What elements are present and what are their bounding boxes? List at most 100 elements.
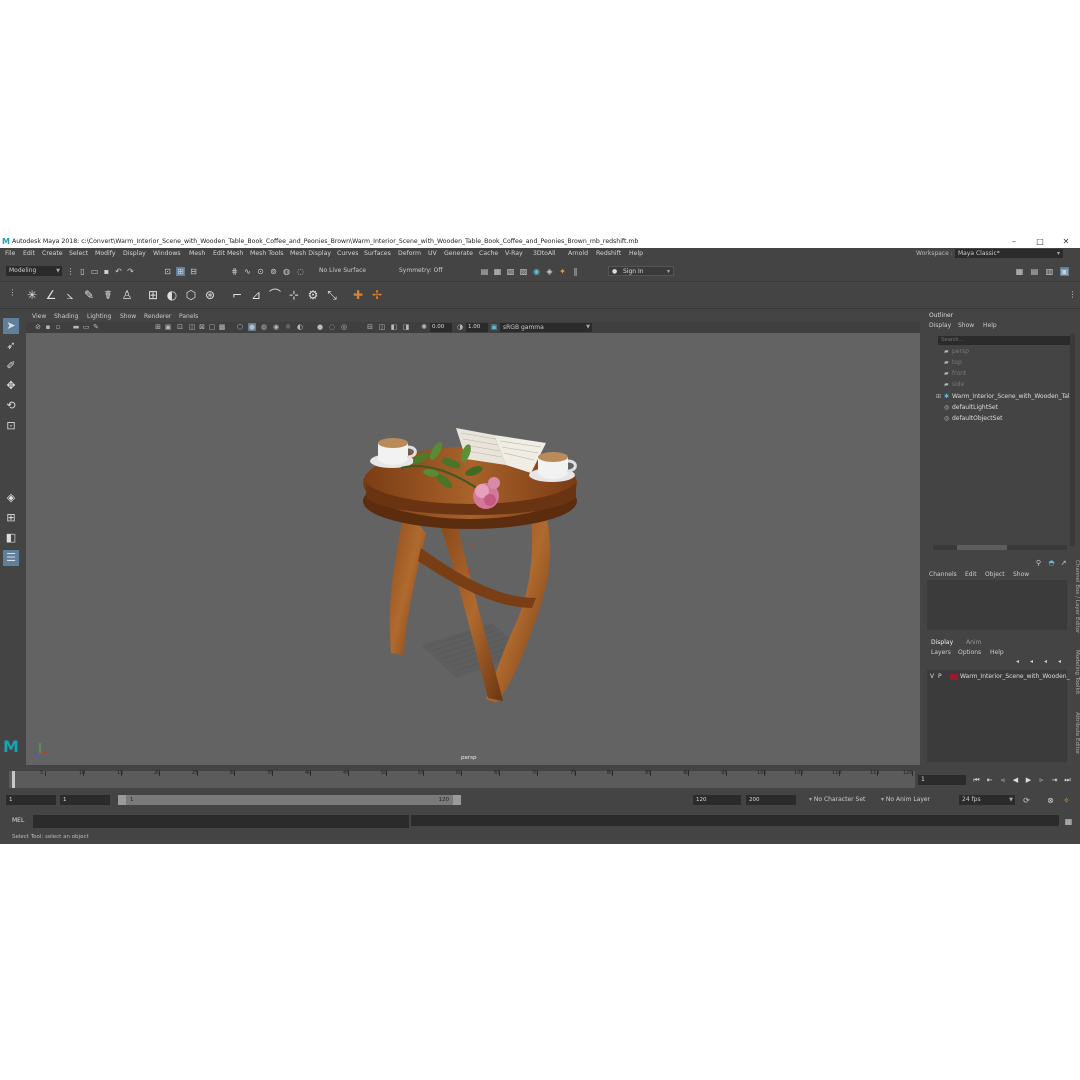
channels-menu-channels[interactable]: Channels [929,571,957,578]
range-handle-start[interactable] [118,795,126,805]
sign-in-button[interactable]: ● Sign In ▾ [608,266,674,276]
hypershade-icon[interactable]: ◉ [532,267,541,276]
menu-mesh-display[interactable]: Mesh Display [290,248,331,259]
modeling-toolkit-icon[interactable]: ▦ [1015,267,1024,276]
color-space-dropdown[interactable]: sRGB gamma ▼ [500,323,592,332]
outliner-horizontal-scrollbar[interactable] [933,545,1067,550]
loop-icon[interactable]: ⟳ [1022,796,1031,805]
menu-windows[interactable]: Windows [153,248,181,259]
menu-file[interactable]: File [5,248,15,259]
cv-curve-icon[interactable]: ∠ [43,287,59,303]
shadows-icon[interactable]: ◐ [296,323,304,331]
single-view-icon[interactable]: ◈ [3,490,19,506]
menu-edit[interactable]: Edit [23,248,35,259]
menu-help[interactable]: Help [629,248,643,259]
play-forwards-icon[interactable]: ▶ [1024,775,1033,785]
undo-icon[interactable]: ↶ [114,267,123,276]
play-backwards-icon[interactable]: ◀ [1011,775,1020,785]
render-frame-icon[interactable]: ▦ [493,267,502,276]
outliner-item-default-object-set[interactable]: ◎ defaultObjectSet [944,414,1003,424]
snap-grid-icon[interactable]: ⋕ [230,267,239,276]
xray-icon[interactable]: ◫ [378,323,386,331]
auto-key-icon[interactable]: ⊗ [1046,796,1055,805]
sculpt-star-icon[interactable]: ✳ [24,287,40,303]
layer-tab-anim[interactable]: Anim [966,639,981,646]
menu-surfaces[interactable]: Surfaces [364,248,391,259]
snap-surface-icon[interactable]: ◍ [282,267,291,276]
menu-cache[interactable]: Cache [479,248,498,259]
blend-shape-icon[interactable]: ⤡ [324,287,340,303]
snap-view-icon[interactable]: ⊚ [269,267,278,276]
new-scene-icon[interactable]: ▯ [78,267,87,276]
joint-tool-icon[interactable]: ⌐ [229,287,245,303]
anti-aliasing-icon[interactable]: ◎ [340,323,348,331]
layer-menu-options[interactable]: Options [958,649,981,656]
channels-menu-show[interactable]: Show [1013,571,1029,578]
redo-icon[interactable]: ↷ [126,267,135,276]
viewport-menu-lighting[interactable]: Lighting [87,312,111,321]
ipr-render-icon[interactable]: ▧ [506,267,515,276]
channel-box-key-icon[interactable]: ⚲ [1034,559,1043,568]
save-scene-icon[interactable]: ▪ [102,267,111,276]
cluster-icon[interactable]: ⚙ [305,287,321,303]
layer-playback-toggle[interactable]: P [938,672,942,682]
symmetry-dropdown[interactable]: Symmetry: Off [396,266,462,276]
expand-icon[interactable]: ⊞ [936,392,944,402]
minimize-button[interactable]: – [1002,236,1026,248]
ik-handle-icon[interactable]: ⊿ [248,287,264,303]
channel-box-lock-icon[interactable]: ◓ [1047,559,1056,568]
playback-end-field[interactable]: 120 [693,795,741,805]
outliner-search-input[interactable] [938,336,1074,345]
current-time-marker[interactable] [12,771,15,788]
fps-dropdown[interactable]: 24 fps ▼ [959,795,1015,805]
bind-skin-icon[interactable]: ⌒ [267,287,283,303]
motion-blur-icon[interactable]: ◌ [328,323,336,331]
go-to-start-icon[interactable]: ⏮ [972,775,981,785]
camera-select-icon[interactable]: ⊘ [34,323,42,331]
gate-mask-icon[interactable]: ◫ [188,323,196,331]
side-tab-channel-box[interactable]: Channel Box / Layer Editor [1072,560,1080,633]
range-handle-end[interactable] [453,795,461,805]
outliner-item-persp[interactable]: ▰ persp [944,347,969,357]
cube-deformer-icon[interactable]: ⬡ [183,287,199,303]
step-forward-frame-icon[interactable]: ▹ [1037,775,1046,785]
vray-icon[interactable]: ✦ [558,267,567,276]
viewport-menu-panels[interactable]: Panels [179,312,198,321]
range-slider[interactable]: 1 120 [118,795,461,805]
scrollbar-thumb[interactable] [957,545,1007,550]
locator-icon[interactable]: ✚ [350,287,366,303]
step-back-key-icon[interactable]: ⇤ [985,775,994,785]
move-tool-icon[interactable]: ✥ [3,378,19,394]
shelf-grip-icon[interactable]: ⋮ [8,288,17,302]
pivot-icon[interactable]: ✢ [369,287,385,303]
menu-uv[interactable]: UV [428,248,437,259]
xray-joints-icon[interactable]: ◧ [390,323,398,331]
layer-visibility-toggle[interactable]: V [930,672,934,682]
menu-3dtoall[interactable]: 3DtoAll [533,248,556,259]
layer-row[interactable]: V P Warm_Interior_Scene_with_Wooden_ [927,672,1070,682]
render-settings-icon[interactable]: ▨ [519,267,528,276]
time-slider[interactable]: 5 10 15 20 25 30 35 40 45 50 55 60 65 70… [0,768,1080,790]
anim-layer-dropdown[interactable]: ▾ No Anim Layer [878,795,948,805]
quick-rig-icon[interactable]: ☤ [100,287,116,303]
gamma-field[interactable]: 1.00 [466,323,488,332]
layer-menu-layers[interactable]: Layers [931,649,951,656]
menu-arnold[interactable]: Arnold [568,248,588,259]
tool-settings-icon[interactable]: ▥ [1045,267,1054,276]
image-plane-icon[interactable]: ▬ [72,323,80,331]
menu-curves[interactable]: Curves [337,248,358,259]
humanik-icon[interactable]: ♙ [119,287,135,303]
channel-box-icon[interactable]: ▣ [1060,267,1069,276]
layer-move-down-icon[interactable]: ◂ [1027,657,1036,666]
wireframe-icon[interactable]: ⬡ [236,323,244,331]
snap-curve-icon[interactable]: ∿ [243,267,252,276]
smooth-shade-icon[interactable]: ● [248,323,256,331]
character-set-dropdown[interactable]: ▾ No Character Set [806,795,874,805]
grease-pencil-icon[interactable]: ✎ [92,323,100,331]
select-component-icon[interactable]: ⊟ [189,267,198,276]
command-input[interactable] [33,815,409,828]
field-chart-icon[interactable]: ⊠ [198,323,206,331]
film-gate-icon[interactable]: ▣ [164,323,172,331]
menu-edit-mesh[interactable]: Edit Mesh [213,248,243,259]
outliner-menu-help[interactable]: Help [983,322,997,329]
